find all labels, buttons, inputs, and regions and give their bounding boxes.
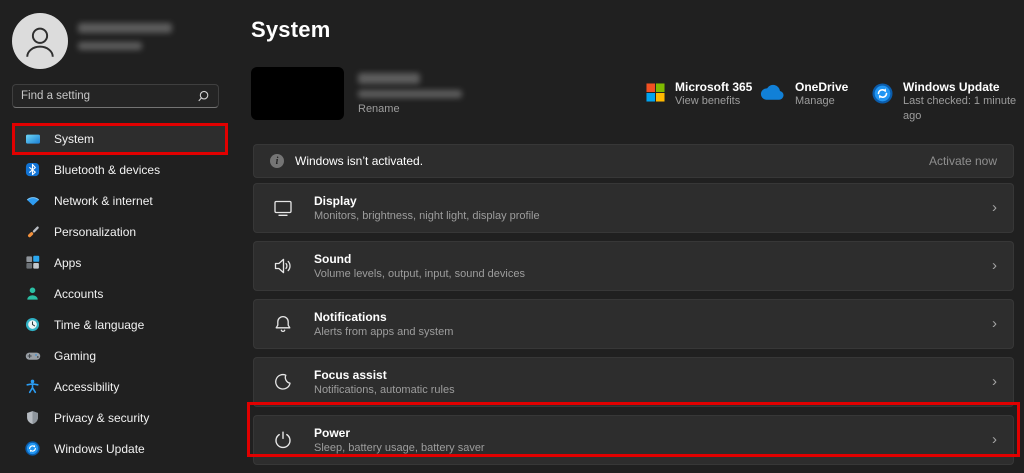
- sidebar-item-label: Apps: [54, 255, 82, 270]
- sidebar-item-apps[interactable]: Apps: [12, 247, 228, 278]
- row-subtitle: Monitors, brightness, night light, displ…: [314, 209, 540, 222]
- activation-banner: i Windows isn’t activated. Activate now: [253, 144, 1014, 178]
- redacted-profile-name: [78, 23, 172, 33]
- main-content: System Rename Microsoft 365 View benefit…: [240, 0, 1024, 465]
- person-icon: [26, 27, 54, 57]
- redacted-device-model: [358, 90, 462, 98]
- sound-icon: [270, 255, 296, 277]
- sidebar-item-label: Network & internet: [54, 193, 153, 208]
- row-title: Power: [314, 425, 351, 440]
- display-icon: [270, 197, 296, 219]
- settings-sidebar: System Bluetooth & devices Network & int…: [0, 0, 240, 461]
- view-benefits-link[interactable]: View benefits: [675, 94, 752, 109]
- time-language-icon: [24, 316, 41, 333]
- avatar: [12, 13, 68, 69]
- quicklink-title: OneDrive: [795, 80, 849, 94]
- sidebar-item-personalization[interactable]: Personalization: [12, 216, 228, 247]
- row-subtitle: Alerts from apps and system: [314, 325, 454, 338]
- notifications-icon: [270, 313, 296, 335]
- chevron-right-icon[interactable]: ›: [992, 374, 997, 391]
- row-subtitle: Volume levels, output, input, sound devi…: [314, 267, 525, 280]
- last-checked-status: Last checked: 1 minute ago: [903, 95, 1017, 122]
- windows-update-icon: [24, 440, 41, 457]
- redacted-profile-subtitle: [78, 42, 142, 50]
- row-title: Sound: [314, 251, 352, 266]
- search-box[interactable]: [12, 84, 219, 108]
- accounts-icon: [24, 285, 41, 302]
- system-icon: [24, 130, 41, 147]
- sidebar-item-accessibility[interactable]: Accessibility: [12, 371, 228, 402]
- quicklink-title: Windows Update: [903, 80, 1000, 94]
- search-input[interactable]: [21, 90, 197, 102]
- sidebar-item-time-language[interactable]: Time & language: [12, 309, 228, 340]
- sidebar-item-privacy[interactable]: Privacy & security: [12, 402, 228, 433]
- sidebar-nav: System Bluetooth & devices Network & int…: [12, 123, 228, 464]
- device-thumbnail-redacted: [251, 67, 344, 120]
- activation-message: Windows isn’t activated.: [295, 154, 424, 168]
- quicklink-title: Microsoft 365: [675, 80, 753, 94]
- settings-row-notifications[interactable]: Notifications Alerts from apps and syste…: [253, 299, 1014, 349]
- activate-now-link[interactable]: Activate now: [929, 154, 997, 168]
- info-icon: i: [270, 154, 284, 168]
- personalization-icon: [24, 223, 41, 240]
- windows-update-icon: [872, 83, 893, 109]
- chevron-right-icon[interactable]: ›: [992, 316, 997, 333]
- sidebar-item-label: Accessibility: [54, 379, 120, 394]
- page-title: System: [251, 17, 331, 42]
- onedrive-icon: [758, 83, 785, 106]
- settings-rows: Display Monitors, brightness, night ligh…: [253, 183, 1014, 473]
- quicklink-microsoft-365: Microsoft 365 View benefits: [646, 80, 752, 109]
- quicklink-onedrive: OneDrive Manage: [758, 80, 848, 109]
- chevron-right-icon[interactable]: ›: [992, 200, 997, 217]
- quicklink-windows-update: Windows Update Last checked: 1 minute ag…: [872, 80, 1024, 124]
- settings-row-display[interactable]: Display Monitors, brightness, night ligh…: [253, 183, 1014, 233]
- sidebar-item-gaming[interactable]: Gaming: [12, 340, 228, 371]
- settings-row-focus-assist[interactable]: Focus assist Notifications, automatic ru…: [253, 357, 1014, 407]
- microsoft-365-icon: [646, 83, 665, 107]
- focus-assist-icon: [270, 371, 296, 393]
- privacy-shield-icon: [24, 409, 41, 426]
- apps-icon: [24, 254, 41, 271]
- sidebar-item-label: Accounts: [54, 286, 104, 301]
- chevron-right-icon[interactable]: ›: [992, 258, 997, 275]
- gaming-icon: [24, 347, 41, 364]
- sidebar-item-label: System: [54, 131, 95, 146]
- redacted-device-name: [358, 73, 420, 84]
- manage-link[interactable]: Manage: [795, 94, 848, 109]
- chevron-right-icon[interactable]: ›: [992, 432, 997, 449]
- accessibility-icon: [24, 378, 41, 395]
- sidebar-item-bluetooth[interactable]: Bluetooth & devices: [12, 154, 228, 185]
- sidebar-item-system[interactable]: System: [12, 123, 228, 154]
- settings-row-power[interactable]: Power Sleep, battery usage, battery save…: [253, 415, 1014, 465]
- sidebar-item-label: Gaming: [54, 348, 97, 363]
- sidebar-item-label: Personalization: [54, 224, 137, 239]
- sidebar-item-label: Time & language: [54, 317, 145, 332]
- sidebar-item-accounts[interactable]: Accounts: [12, 278, 228, 309]
- row-title: Notifications: [314, 309, 387, 324]
- sidebar-item-label: Windows Update: [54, 441, 145, 456]
- sidebar-item-network[interactable]: Network & internet: [12, 185, 228, 216]
- row-title: Focus assist: [314, 367, 387, 382]
- bluetooth-icon: [24, 161, 41, 178]
- sidebar-item-label: Bluetooth & devices: [54, 162, 161, 177]
- rename-link[interactable]: Rename: [358, 103, 400, 115]
- row-title: Display: [314, 193, 357, 208]
- sidebar-item-windows-update[interactable]: Windows Update: [12, 433, 228, 464]
- row-subtitle: Notifications, automatic rules: [314, 383, 455, 396]
- sidebar-item-label: Privacy & security: [54, 410, 150, 425]
- network-icon: [24, 192, 41, 209]
- power-icon: [270, 429, 296, 451]
- settings-row-sound[interactable]: Sound Volume levels, output, input, soun…: [253, 241, 1014, 291]
- row-subtitle: Sleep, battery usage, battery saver: [314, 441, 485, 454]
- search-icon: [198, 90, 209, 101]
